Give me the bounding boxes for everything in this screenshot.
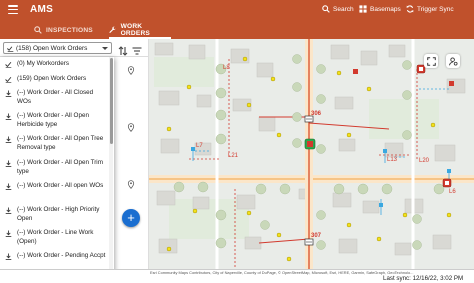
basemaps-button[interactable]: Basemaps	[359, 5, 401, 13]
dropdown-item[interactable]: (0) My Workorders	[0, 60, 108, 69]
dropdown-item-label: (159) Open Work Orders	[17, 75, 87, 82]
tab-bar: INSPECTIONS WORK ORDERS	[0, 21, 474, 39]
app-header: AMS Search Basemaps Trigger Sync	[0, 0, 474, 21]
fullscreen-icon	[426, 56, 436, 66]
filter-selected-value: (158) Open Work Orders	[16, 44, 88, 52]
tab-inspections[interactable]: INSPECTIONS	[34, 21, 96, 39]
dropdown-item-label: (--) Work Order - All Closed WOs	[17, 89, 94, 105]
filter-dropdown-menu: (0) My Workorders (159) Open Work Orders…	[0, 57, 114, 283]
sort-icon	[118, 46, 128, 56]
scrollbar-thumb[interactable]	[109, 58, 113, 144]
line-label: L7	[196, 143, 203, 149]
search-icon	[322, 5, 330, 13]
last-sync-text: Last sync: 12/16/22, 3:02 PM	[383, 275, 464, 282]
line-label: L21	[228, 153, 239, 159]
download-icon	[5, 90, 12, 97]
search-icon	[34, 26, 42, 34]
trigger-sync-button[interactable]: Trigger Sync	[406, 5, 454, 13]
map-pin-icon[interactable]	[127, 66, 135, 75]
download-icon	[5, 160, 12, 167]
download-icon	[5, 230, 12, 237]
tab-work-orders[interactable]: WORK ORDERS	[109, 21, 171, 39]
sync-icon	[406, 5, 414, 13]
switch-label: 306	[311, 111, 322, 117]
map-pin-icon[interactable]	[127, 180, 135, 189]
filter-select[interactable]: (158) Open Work Orders	[3, 42, 112, 54]
dropdown-item[interactable]: (--) Work Order - All open WOs	[0, 182, 108, 191]
filter-list-icon	[7, 45, 14, 52]
zoom-extent-button[interactable]	[424, 54, 438, 68]
sort-button[interactable]	[118, 43, 128, 56]
download-icon	[5, 207, 12, 214]
add-work-order-button[interactable]: +	[122, 209, 140, 227]
dropdown-scrollbar[interactable]	[109, 57, 113, 283]
map-view[interactable]: L8 L7 L21 L13 L20 L6 306 307	[149, 39, 474, 269]
dropdown-item-label: (--) Work Order - All Open Tree Removal …	[17, 135, 104, 151]
wrench-icon	[109, 26, 116, 33]
dropdown-item-label: (--) Work Order - Pending Accpt	[17, 252, 106, 259]
check-icon	[5, 76, 12, 83]
chevron-down-icon	[102, 46, 108, 50]
dropdown-item-label: (--) Work Order - High Priority Open	[17, 206, 100, 222]
line-label: L20	[419, 158, 430, 164]
dropdown-item[interactable]: (159) Open Work Orders	[0, 75, 108, 84]
download-icon	[5, 136, 12, 143]
download-icon	[5, 113, 12, 120]
line-label: L8	[223, 65, 230, 71]
tab-work-orders-label: WORK ORDERS	[120, 23, 151, 37]
tab-inspections-label: INSPECTIONS	[46, 26, 93, 34]
menu-icon[interactable]	[8, 5, 18, 15]
map-pin-icon[interactable]	[127, 123, 135, 132]
switch-label: 307	[311, 233, 322, 239]
dropdown-item[interactable]: (--) Work Order - Pending Accpt	[0, 252, 108, 261]
dropdown-item-label: (0) My Workorders	[17, 60, 70, 67]
line-label: L6	[449, 189, 456, 195]
trigger-sync-label: Trigger Sync	[417, 5, 454, 13]
user-settings-icon	[448, 56, 458, 66]
filter-button[interactable]	[132, 43, 142, 55]
download-icon	[5, 183, 12, 190]
basemap-grid-icon	[359, 5, 367, 13]
check-icon	[5, 61, 12, 68]
dropdown-item[interactable]: (--) Work Order - All Closed WOs	[0, 89, 108, 106]
dropdown-item[interactable]: (--) Work Order - Line Work (Open)	[0, 229, 108, 246]
filter-lines-icon	[132, 47, 142, 55]
dropdown-item-label: (--) Work Order - All Open Trim type	[17, 159, 103, 175]
dropdown-item-label: (--) Work Order - Line Work (Open)	[17, 229, 94, 245]
dropdown-item[interactable]: (--) Work Order - All Open Trim type	[0, 159, 108, 176]
download-icon	[5, 253, 12, 260]
basemap: L8 L7 L21 L13 L20 L6 306 307	[149, 39, 474, 269]
search-button[interactable]: Search	[322, 5, 354, 13]
dropdown-item-label: (--) Work Order - All Open Herbicide typ…	[17, 112, 89, 128]
status-bar: Esri Community Maps Contributors, City o…	[0, 269, 474, 283]
dropdown-item[interactable]: (--) Work Order - High Priority Open	[0, 206, 108, 223]
line-label: L13	[387, 157, 398, 163]
dropdown-item-label: (--) Work Order - All open WOs	[17, 182, 104, 189]
basemaps-label: Basemaps	[370, 5, 401, 13]
dropdown-item[interactable]: (--) Work Order - All Open Herbicide typ…	[0, 112, 108, 129]
assign-user-button[interactable]	[446, 54, 460, 68]
app-title: AMS	[30, 4, 54, 15]
search-label: Search	[333, 5, 354, 13]
filter-row: (158) Open Work Orders	[0, 39, 149, 57]
dropdown-item[interactable]: (--) Work Order - All Open Tree Removal …	[0, 135, 108, 152]
